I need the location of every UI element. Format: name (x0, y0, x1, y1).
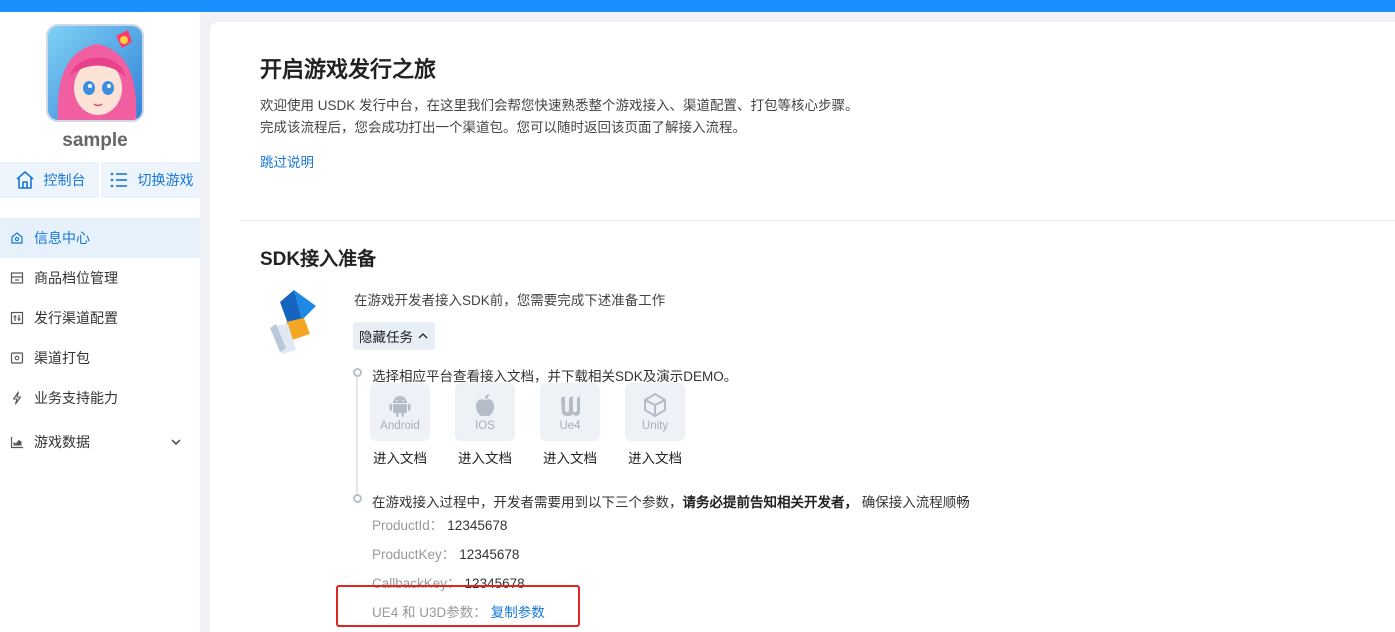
sidebar-item-label: 发行渠道配置 (34, 310, 118, 326)
page-title: 开启游戏发行之旅 (260, 57, 437, 82)
param-label: ProductKey： (372, 547, 456, 562)
sidebar-item-info-center[interactable]: 信息中心 (0, 218, 200, 258)
home-icon (15, 171, 34, 189)
goods-icon (10, 271, 24, 285)
hourglass-icon (270, 290, 316, 354)
step-2-before: 在游戏接入过程中，开发者需要用到以下三个参数， (372, 495, 683, 510)
chevron-up-icon (418, 333, 428, 339)
game-name: sample (62, 130, 128, 151)
sidebar-item-label: 渠道打包 (34, 350, 90, 366)
hide-tasks-button[interactable]: 隐藏任务 (353, 322, 435, 350)
step-2-text: 在游戏接入过程中，开发者需要用到以下三个参数，请务必提前告知相关开发者， 确保接… (372, 491, 970, 511)
prep-description: 在游戏开发者接入SDK前，您需要完成下述准备工作 (354, 293, 666, 308)
sidebar-item-package[interactable]: 渠道打包 (0, 338, 200, 378)
platform-android-tile[interactable]: Android (370, 383, 430, 441)
platform-unity-tile[interactable]: Unity (625, 383, 685, 441)
sidebar-item-label: 游戏数据 (34, 434, 90, 450)
info-center-icon (10, 231, 24, 245)
hide-tasks-label: 隐藏任务 (359, 330, 413, 345)
sidebar-item-game-data[interactable]: 游戏数据 (0, 418, 200, 466)
enter-docs-link[interactable]: 进入文档 (458, 447, 512, 467)
param-value: 12345678 (459, 547, 520, 562)
console-button[interactable]: 控制台 (0, 162, 99, 198)
switch-game-label: 切换游戏 (137, 172, 194, 188)
sidebar-menu: 信息中心 商品档位管理 发行渠道配置 渠道打包 业务支持能力 游戏数据 (0, 218, 200, 466)
game-avatar-image (48, 26, 142, 120)
section-title: SDK接入准备 (260, 249, 377, 270)
step-2-after: 确保接入流程顺畅 (858, 495, 970, 510)
param-product-key: ProductKey： 12345678 (372, 543, 519, 563)
timeline-dot (353, 368, 362, 377)
enter-docs-link[interactable]: 进入文档 (628, 447, 682, 467)
top-bar (0, 0, 1395, 12)
platform-unity: Unity 进入文档 (625, 383, 685, 467)
unreal-icon (561, 396, 580, 417)
sidebar-item-label: 商品档位管理 (34, 270, 118, 286)
unity-icon (644, 392, 666, 418)
sidebar-item-label: 信息中心 (34, 230, 90, 246)
sidebar-item-channel-config[interactable]: 发行渠道配置 (0, 298, 200, 338)
param-label: ProductId： (372, 518, 444, 533)
lightning-icon (10, 391, 24, 405)
console-label: 控制台 (43, 172, 86, 188)
platform-name: Android (380, 420, 420, 432)
platform-name: Ue4 (559, 420, 581, 432)
sidebar-item-label: 业务支持能力 (34, 390, 118, 406)
sidebar-item-business-support[interactable]: 业务支持能力 (0, 378, 200, 418)
sidebar-item-goods[interactable]: 商品档位管理 (0, 258, 200, 298)
divider (240, 220, 1395, 221)
step-2-emphasis: 请务必提前告知相关开发者， (682, 495, 859, 510)
chevron-down-icon (171, 439, 181, 446)
param-value: 12345678 (447, 518, 508, 533)
platform-android: Android 进入文档 (370, 383, 430, 467)
list-icon (110, 172, 127, 188)
platform-ue4: Ue4 进入文档 (540, 383, 600, 467)
package-icon (10, 351, 24, 365)
platform-ue4-tile[interactable]: Ue4 (540, 383, 600, 441)
enter-docs-link[interactable]: 进入文档 (543, 447, 597, 467)
param-product-id: ProductId： 12345678 (372, 514, 507, 534)
sidebar: sample 控制台 切换游戏 信息中心 商品档位管理 发行渠道配置 渠道打包 … (0, 12, 200, 632)
game-avatar[interactable] (46, 24, 144, 122)
android-icon (389, 396, 411, 417)
platform-name: IOS (475, 420, 495, 432)
platform-name: Unity (641, 420, 669, 432)
main-panel: 开启游戏发行之旅 欢迎使用 USDK 发行中台，在这里我们会帮您快速熟悉整个游戏… (210, 22, 1395, 632)
channel-config-icon (10, 311, 24, 325)
platform-ios: IOS 进入文档 (455, 383, 515, 467)
platform-list: Android 进入文档 IOS 进入文档 Ue4 进入文档 Unity 进入文… (370, 383, 685, 467)
skip-guide-link[interactable]: 跳过说明 (260, 151, 314, 171)
enter-docs-link[interactable]: 进入文档 (373, 447, 427, 467)
platform-ios-tile[interactable]: IOS (455, 383, 515, 441)
switch-game-button[interactable]: 切换游戏 (99, 162, 200, 198)
quick-actions: 控制台 切换游戏 (0, 162, 200, 198)
timeline-line (356, 374, 358, 502)
timeline-dot (353, 494, 362, 503)
intro-text: 欢迎使用 USDK 发行中台，在这里我们会帮您快速熟悉整个游戏接入、渠道配置、打… (260, 98, 859, 135)
apple-icon (476, 394, 494, 417)
chart-icon (10, 435, 24, 449)
step-1-text: 选择相应平台查看接入文档，并下载相关SDK及演示DEMO。 (372, 369, 738, 384)
highlight-annotation (336, 585, 580, 627)
